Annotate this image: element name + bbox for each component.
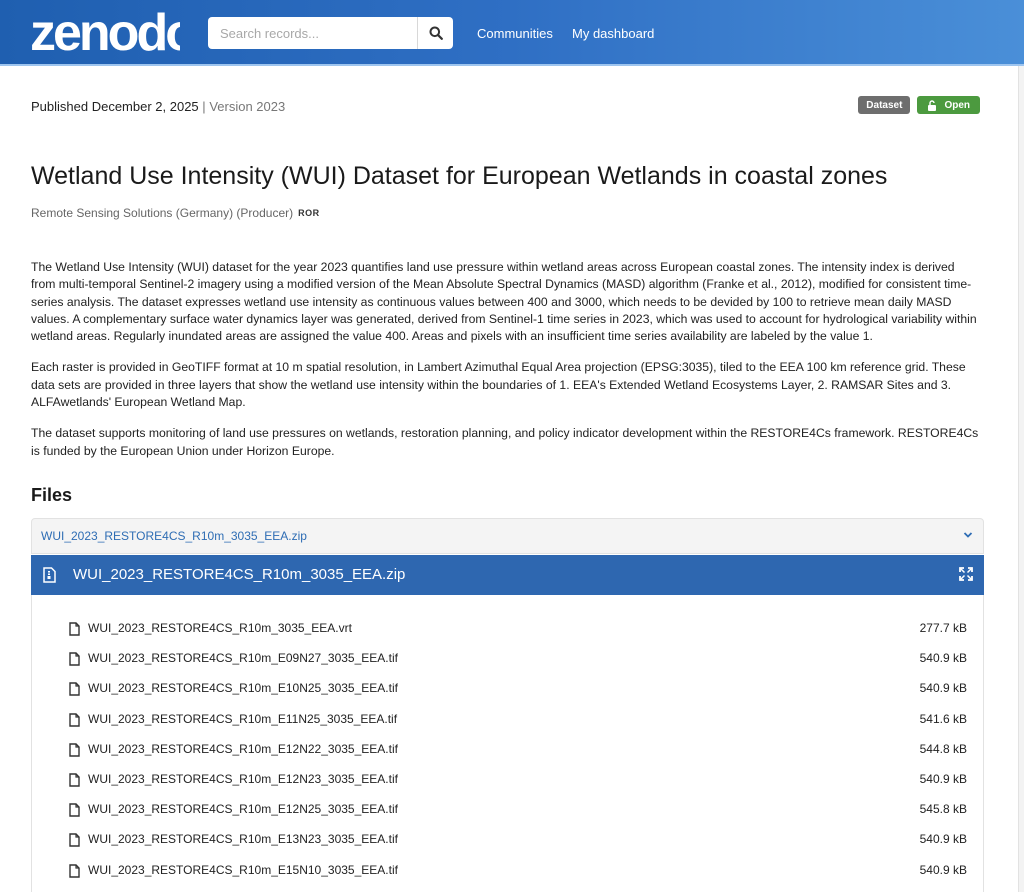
- description-paragraph: The dataset supports monitoring of land …: [31, 426, 979, 458]
- search-button[interactable]: [417, 17, 453, 49]
- record-description: The Wetland Use Intensity (WUI) dataset …: [31, 259, 981, 474]
- creator-line: Remote Sensing Solutions (Germany) (Prod…: [31, 206, 320, 220]
- top-header: zenodo Communities My dashboard: [0, 0, 1024, 66]
- file-icon: [69, 803, 80, 817]
- nav-communities[interactable]: Communities: [477, 26, 553, 41]
- file-row[interactable]: WUI_2023_RESTORE4CS_R10m_E15N10_3035_EEA…: [69, 862, 967, 880]
- search-input[interactable]: [208, 17, 417, 49]
- record-title: Wetland Use Intensity (WUI) Dataset for …: [31, 162, 888, 190]
- file-row[interactable]: WUI_2023_RESTORE4CS_R10m_E09N27_3035_EEA…: [69, 650, 967, 668]
- resource-type-label: Dataset: [866, 99, 903, 111]
- ror-icon[interactable]: ROR: [298, 208, 320, 218]
- file-icon: [69, 622, 80, 636]
- archive-file-list: WUI_2023_RESTORE4CS_R10m_3035_EEA.vrt 277…: [31, 595, 984, 892]
- file-row[interactable]: WUI_2023_RESTORE4CS_R10m_E13N23_3035_EEA…: [69, 831, 967, 849]
- file-size: 540.9 kB: [919, 651, 967, 666]
- nav-my-dashboard[interactable]: My dashboard: [572, 26, 654, 41]
- file-name: WUI_2023_RESTORE4CS_R10m_3035_EEA.vrt: [88, 621, 352, 635]
- file-size: 277.7 kB: [919, 621, 967, 635]
- file-name: WUI_2023_RESTORE4CS_R10m_E13N23_3035_EEA…: [88, 832, 398, 847]
- publication-info: Published December 2, 2025 | Version 202…: [31, 99, 285, 114]
- file-icon: [69, 682, 80, 697]
- zip-file-icon: [43, 567, 56, 583]
- file-name: WUI_2023_RESTORE4CS_R10m_E12N22_3035_EEA…: [88, 741, 398, 756]
- file-name: WUI_2023_RESTORE4CS_R10m_E11N25_3035_EEA…: [88, 711, 398, 726]
- creator-name[interactable]: Remote Sensing Solutions (Germany) (Prod…: [31, 206, 293, 220]
- access-status-label: Open: [944, 99, 970, 111]
- file-icon: [69, 712, 80, 727]
- file-name: WUI_2023_RESTORE4CS_R10m_E12N23_3035_EEA…: [88, 772, 398, 786]
- file-icon: [69, 863, 80, 878]
- file-row[interactable]: WUI_2023_RESTORE4CS_R10m_E12N25_3035_EEA…: [69, 801, 967, 819]
- chevron-down-icon[interactable]: [963, 531, 973, 539]
- svg-text:zenodo: zenodo: [30, 4, 180, 60]
- file-icon: [69, 773, 80, 787]
- file-size: 540.9 kB: [919, 772, 967, 786]
- search-box: [208, 17, 453, 49]
- archive-preview-bar: WUI_2023_RESTORE4CS_R10m_3035_EEA.zip: [31, 555, 984, 595]
- file-icon: [69, 652, 80, 666]
- file-row[interactable]: WUI_2023_RESTORE4CS_R10m_E12N22_3035_EEA…: [69, 741, 967, 759]
- resource-type-badge: Dataset: [858, 96, 911, 114]
- files-accordion-header[interactable]: WUI_2023_RESTORE4CS_R10m_3035_EEA.zip: [31, 518, 984, 554]
- file-size: 540.9 kB: [919, 681, 967, 696]
- file-icon: [69, 743, 80, 757]
- scrollbar[interactable]: [1018, 66, 1024, 892]
- access-status-badge[interactable]: Open: [917, 96, 980, 114]
- file-row[interactable]: WUI_2023_RESTORE4CS_R10m_3035_EEA.vrt 277…: [69, 620, 967, 638]
- search-icon: [429, 26, 443, 40]
- file-name: WUI_2023_RESTORE4CS_R10m_E09N27_3035_EEA…: [88, 651, 398, 666]
- file-size: 545.8 kB: [919, 802, 967, 817]
- file-row[interactable]: WUI_2023_RESTORE4CS_R10m_E11N25_3035_EEA…: [69, 711, 967, 729]
- unlock-icon: [928, 99, 937, 111]
- version-label: Version 2023: [209, 99, 286, 114]
- description-paragraph: The Wetland Use Intensity (WUI) dataset …: [31, 260, 977, 344]
- file-row[interactable]: WUI_2023_RESTORE4CS_R10m_E12N23_3035_EEA…: [69, 771, 967, 789]
- published-date: Published December 2, 2025: [31, 99, 199, 114]
- file-name: WUI_2023_RESTORE4CS_R10m_E10N25_3035_EEA…: [88, 681, 398, 696]
- archive-preview-title: WUI_2023_RESTORE4CS_R10m_3035_EEA.zip: [73, 566, 406, 583]
- files-heading: Files: [31, 485, 73, 505]
- description-paragraph: Each raster is provided in GeoTIFF forma…: [31, 360, 966, 410]
- file-icon: [69, 833, 80, 848]
- record-badges: Dataset Open: [858, 96, 980, 114]
- file-name: WUI_2023_RESTORE4CS_R10m_E15N10_3035_EEA…: [88, 862, 398, 877]
- file-size: 540.9 kB: [919, 862, 967, 877]
- zenodo-logo[interactable]: zenodo: [30, 4, 180, 60]
- file-size: 544.8 kB: [919, 741, 967, 756]
- file-name: WUI_2023_RESTORE4CS_R10m_E12N25_3035_EEA…: [88, 802, 398, 817]
- archive-name-link[interactable]: WUI_2023_RESTORE4CS_R10m_3035_EEA.zip: [41, 529, 307, 543]
- file-size: 540.9 kB: [919, 832, 967, 847]
- file-size: 541.6 kB: [919, 711, 967, 726]
- fullscreen-icon[interactable]: [959, 567, 973, 581]
- meta-separator: |: [202, 99, 206, 114]
- file-row[interactable]: WUI_2023_RESTORE4CS_R10m_E10N25_3035_EEA…: [69, 680, 967, 698]
